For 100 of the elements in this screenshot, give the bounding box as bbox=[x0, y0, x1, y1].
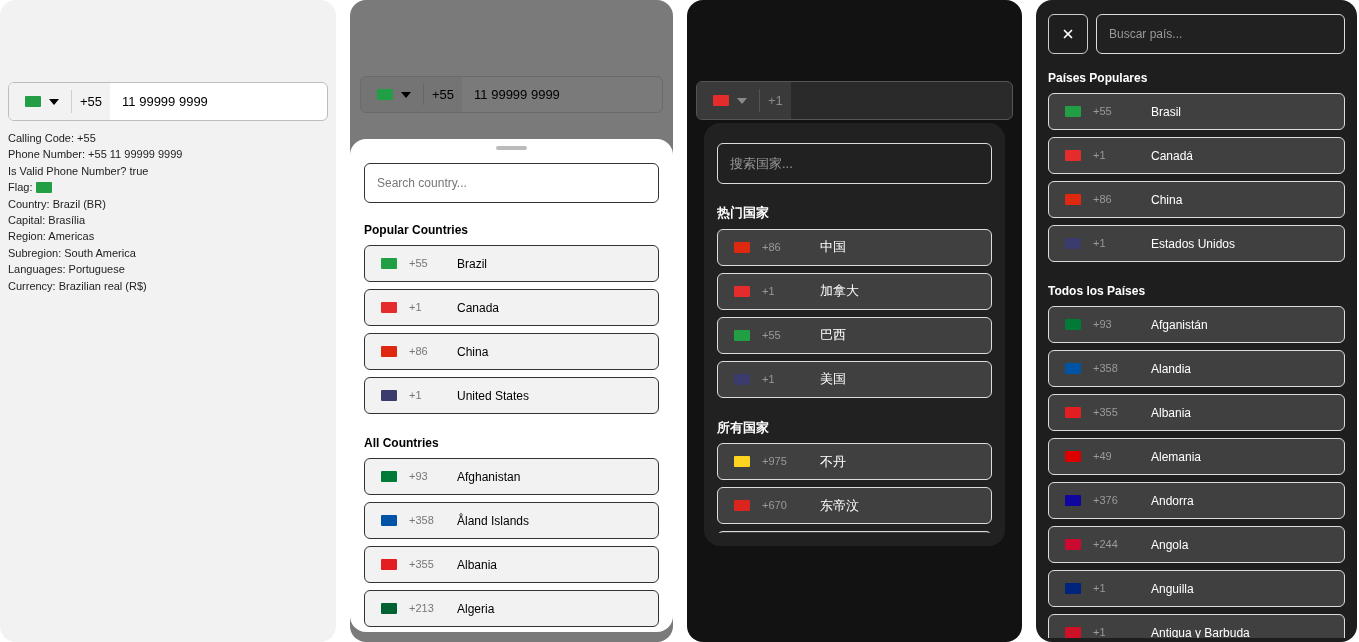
detail-text: Capital: Brasília bbox=[8, 213, 87, 228]
calling-code: +1 bbox=[1093, 581, 1107, 597]
country-name: Albania bbox=[457, 556, 498, 574]
section-heading: Países Populares bbox=[1048, 70, 1149, 87]
country-name: 巴西 bbox=[820, 326, 846, 345]
country-name: Canada bbox=[457, 299, 500, 317]
detail-text: Currency: Brazilian real (R$) bbox=[8, 278, 148, 294]
phone-number-value: 11 99999 9999 bbox=[473, 85, 560, 104]
country-row[interactable]: +93 Afganistán bbox=[1048, 306, 1345, 343]
country-row[interactable]: +49 Alemania bbox=[1048, 438, 1345, 475]
country-name: 加拿大 bbox=[820, 282, 859, 301]
caret-icon bbox=[401, 91, 411, 98]
calling-code: +358 bbox=[1093, 361, 1119, 377]
detail-text: Is Valid Phone Number? true bbox=[8, 163, 150, 179]
calling-code: +55 bbox=[79, 92, 104, 111]
calling-code: +55 bbox=[409, 256, 429, 272]
country-row[interactable]: +1 Anguilla bbox=[1048, 570, 1345, 607]
country-name: Brazil bbox=[457, 255, 487, 273]
section-heading: 热门国家 bbox=[717, 204, 770, 222]
country-row[interactable]: +1 Canada bbox=[364, 289, 659, 326]
phone-input[interactable]: +55 11 99999 9999 bbox=[360, 76, 663, 113]
country-row[interactable]: +1 美国 bbox=[717, 360, 992, 398]
country-row[interactable]: +93 Afghanistan bbox=[364, 458, 659, 495]
country-name: Afghanistan bbox=[457, 468, 521, 486]
calling-code: +93 bbox=[409, 469, 429, 485]
calling-code: +1 bbox=[1093, 625, 1107, 638]
calling-code: +55 bbox=[1093, 104, 1113, 120]
calling-code: +358 bbox=[409, 513, 435, 529]
detail-text: Phone Number: +55 11 99999 9999 bbox=[8, 147, 184, 163]
country-row[interactable]: +1 Canadá bbox=[1048, 137, 1345, 174]
section-heading: All Countries bbox=[364, 435, 440, 452]
calling-code: +49 bbox=[1093, 449, 1113, 465]
country-name: United States bbox=[457, 387, 530, 405]
country-name: Afganistán bbox=[1151, 316, 1208, 334]
detail-text: Flag: bbox=[8, 180, 33, 196]
country-row[interactable]: +55 Brasil bbox=[1048, 93, 1345, 130]
section-heading: 所有国家 bbox=[717, 418, 770, 437]
section-heading: Popular Countries bbox=[364, 222, 469, 239]
country-row[interactable]: +1 Estados Unidos bbox=[1048, 225, 1345, 262]
detail-text: Subregion: South America bbox=[8, 245, 137, 261]
phone-input[interactable]: +55 11 99999 9999 bbox=[8, 82, 328, 121]
country-row[interactable]: +86 中国 bbox=[717, 228, 992, 266]
calling-code: +1 bbox=[409, 388, 423, 404]
country-name: Angola bbox=[1151, 536, 1189, 554]
close-icon bbox=[1061, 27, 1075, 41]
calling-code: +55 bbox=[762, 327, 782, 343]
country-row[interactable]: +1 United States bbox=[364, 377, 659, 414]
country-row[interactable]: +355 Albania bbox=[364, 546, 659, 583]
calling-code: +1 bbox=[1093, 236, 1107, 252]
country-row[interactable]: +213 Algeria bbox=[364, 590, 659, 627]
country-row[interactable]: +355 Albania bbox=[1048, 394, 1345, 431]
country-row[interactable]: +358 Åland Islands bbox=[364, 502, 659, 539]
detail-text: Country: Brazil (BR) bbox=[8, 196, 107, 212]
country-name: 不丹 bbox=[820, 452, 846, 471]
calling-code: +1 bbox=[1093, 148, 1107, 164]
calling-code: +86 bbox=[409, 344, 429, 360]
country-name: Estados Unidos bbox=[1151, 235, 1236, 253]
calling-code: +213 bbox=[409, 601, 435, 617]
country-name: Canadá bbox=[1151, 147, 1194, 165]
country-row[interactable]: +86 China bbox=[364, 333, 659, 370]
country-name: 东帝汶 bbox=[820, 496, 859, 515]
calling-code: +244 bbox=[1093, 537, 1119, 553]
country-name: Anguilla bbox=[1151, 580, 1194, 598]
country-name: Alemania bbox=[1151, 448, 1202, 466]
calling-code: +93 bbox=[1093, 317, 1113, 333]
calling-code: +1 bbox=[767, 91, 784, 110]
country-name: 美国 bbox=[820, 370, 846, 389]
detail-text: Region: Americas bbox=[8, 229, 96, 245]
detail-text: Calling Code: +55 bbox=[8, 131, 97, 146]
country-row[interactable]: +975 不丹 bbox=[717, 443, 992, 480]
sheet-handle[interactable] bbox=[496, 146, 527, 150]
calling-code: +975 bbox=[762, 454, 788, 470]
country-row[interactable]: +376 Andorra bbox=[1048, 482, 1345, 519]
country-name: Algeria bbox=[457, 600, 495, 618]
calling-code: +1 bbox=[762, 371, 776, 387]
country-row[interactable]: +244 Angola bbox=[1048, 526, 1345, 563]
section-heading: Todos los Países bbox=[1048, 283, 1147, 300]
caret-icon bbox=[737, 97, 747, 104]
detail-text: Languages: Portuguese bbox=[8, 262, 126, 278]
country-name: China bbox=[457, 343, 489, 361]
country-name: Andorra bbox=[1151, 492, 1194, 510]
calling-code: +86 bbox=[762, 239, 782, 255]
close-button[interactable] bbox=[1048, 14, 1088, 54]
country-row[interactable]: +1 加拿大 bbox=[717, 272, 992, 310]
search-field[interactable]: Search country... bbox=[364, 163, 659, 203]
calling-code: +376 bbox=[1093, 493, 1119, 509]
caret-icon bbox=[49, 98, 59, 105]
country-name: China bbox=[1151, 191, 1183, 209]
calling-code: +670 bbox=[762, 498, 788, 514]
country-name: Åland Islands bbox=[457, 512, 530, 530]
country-name: Brasil bbox=[1151, 103, 1181, 121]
phone-number-value: 11 99999 9999 bbox=[121, 92, 208, 111]
calling-code: +355 bbox=[1093, 405, 1119, 421]
country-row[interactable]: +55 Brazil bbox=[364, 245, 659, 282]
country-row[interactable]: +670 东帝汶 bbox=[717, 487, 992, 524]
calling-code: +86 bbox=[1093, 192, 1113, 208]
country-row[interactable]: +358 Alandia bbox=[1048, 350, 1345, 387]
country-row[interactable]: +86 China bbox=[1048, 181, 1345, 218]
country-row[interactable]: +55 巴西 bbox=[717, 316, 992, 354]
calling-code: +1 bbox=[409, 300, 423, 316]
